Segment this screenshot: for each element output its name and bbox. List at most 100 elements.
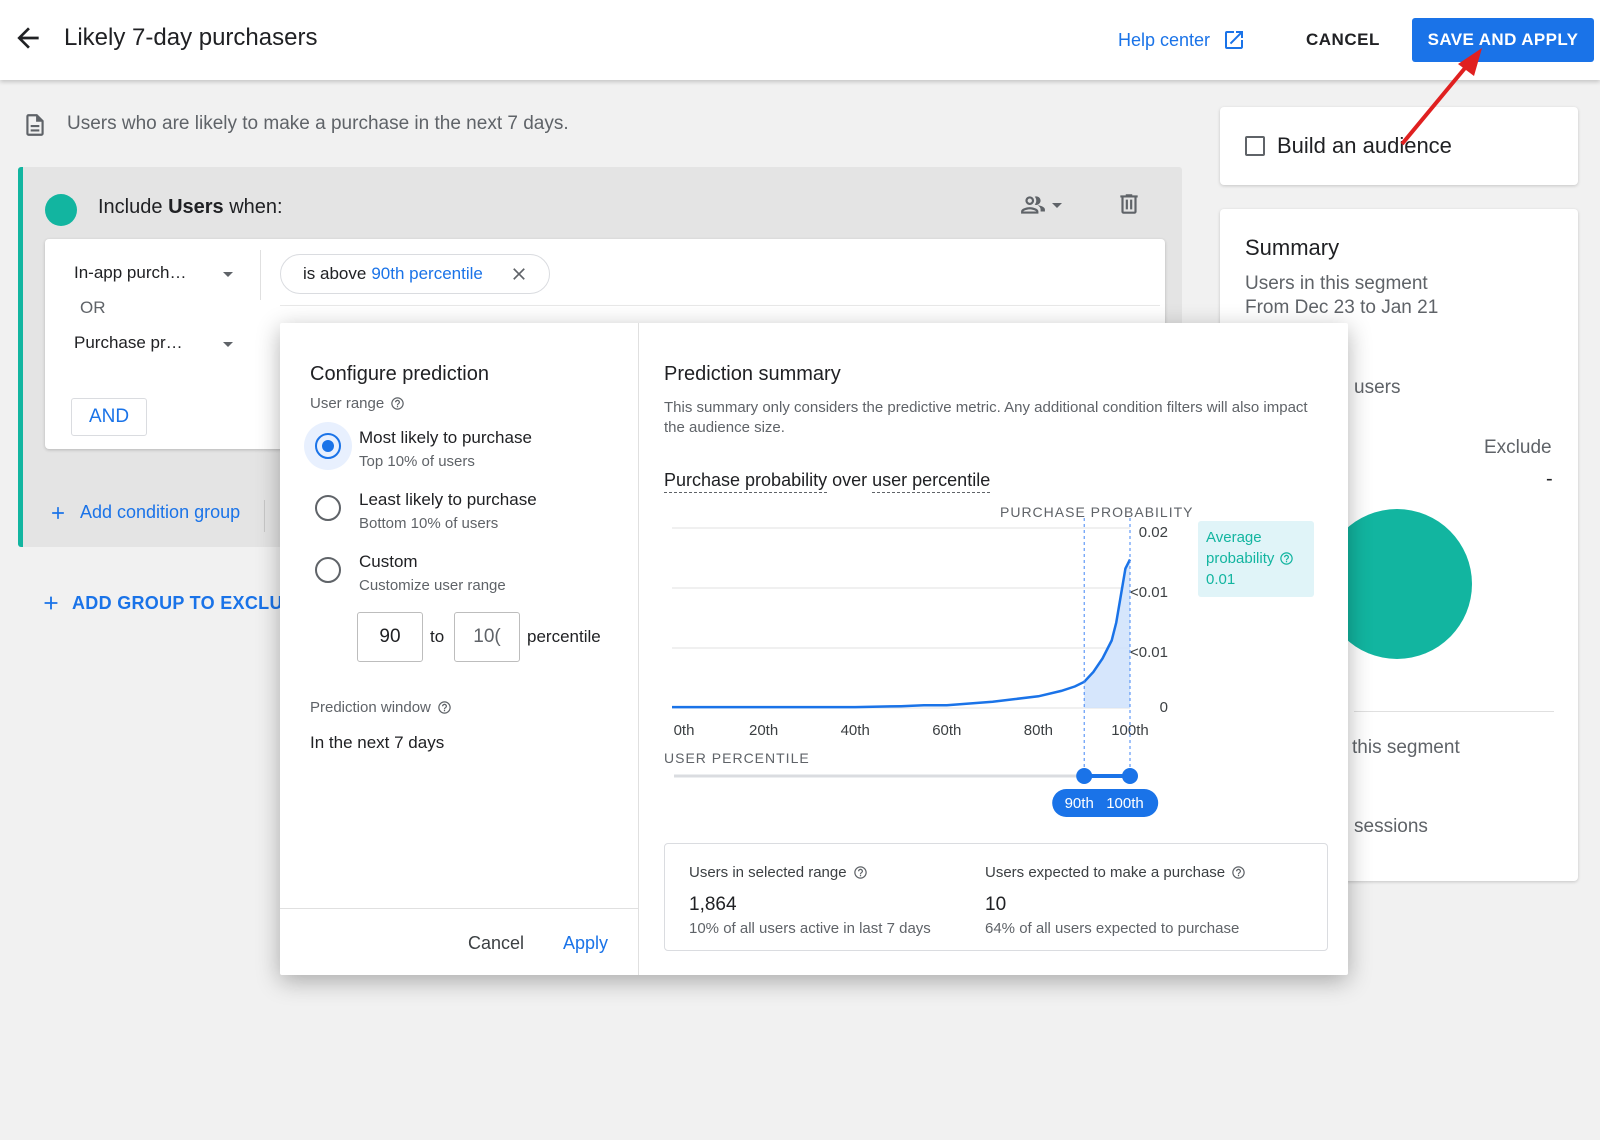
help-icon[interactable] [1231, 865, 1246, 880]
option-title[interactable]: Custom [359, 552, 418, 572]
slider-handle [1076, 768, 1093, 784]
chart-title-metric[interactable]: Purchase probability [664, 470, 828, 493]
stats-card: Users in selected range 1,864 10% of all… [664, 843, 1328, 951]
y-tick-label: 0 [1160, 699, 1168, 716]
build-audience-checkbox[interactable] [1245, 136, 1265, 156]
average-probability-box: Average probability 0.01 [1198, 521, 1314, 597]
help-center-link[interactable]: Help center [1118, 28, 1246, 52]
divider [260, 250, 261, 300]
scope-selector[interactable] [1018, 192, 1062, 218]
divider [1354, 711, 1554, 712]
help-icon[interactable] [437, 700, 452, 715]
summary-sessions-label: sessions [1354, 816, 1428, 837]
stat-subtext: 10% of all users active in last 7 days [689, 920, 931, 937]
group-header: Include Users when: [98, 196, 283, 219]
or-label: OR [80, 298, 106, 317]
include-subject[interactable]: Users [168, 196, 224, 218]
x-tick-label: 0th [674, 722, 695, 739]
slider-high-label: 100th [1106, 795, 1144, 812]
divider [638, 323, 639, 975]
avg-label-text: probability [1206, 550, 1275, 567]
and-button[interactable]: AND [71, 398, 147, 436]
range-to-input[interactable]: 10( [454, 612, 520, 662]
slider-low-label: 90th [1065, 795, 1094, 812]
page-title: Likely 7-day purchasers [64, 24, 318, 51]
stat-value: 10 [985, 894, 1007, 915]
condition-field-2[interactable]: Purchase pr… [74, 333, 183, 353]
segment-description: Users who are likely to make a purchase … [67, 113, 569, 134]
plus-icon [48, 503, 68, 523]
radio-least-likely[interactable] [315, 495, 341, 521]
add-group-to-exclude-label: ADD GROUP TO EXCLUDE [72, 592, 309, 613]
prediction-window-value: In the next 7 days [310, 733, 445, 752]
user-range-text: User range [310, 395, 385, 412]
summary-subtitle: Users in this segment [1245, 273, 1428, 294]
chip-prefix: is above [303, 264, 367, 283]
plus-icon [40, 592, 62, 614]
annotation-arrow-icon [1400, 48, 1482, 146]
add-group-to-exclude-button[interactable]: ADD GROUP TO EXCLUDE [40, 592, 308, 614]
x-tick-label: 40th [841, 722, 870, 739]
delete-icon[interactable] [1116, 190, 1142, 218]
y-tick-label: <0.01 [1130, 644, 1168, 661]
open-in-new-icon [1222, 28, 1246, 52]
include-suffix: when: [229, 196, 283, 218]
option-title[interactable]: Most likely to purchase [359, 428, 532, 448]
divider [280, 908, 638, 909]
x-tick-label: 20th [749, 722, 778, 739]
avg-value: 0.01 [1206, 571, 1236, 588]
option-subtitle: Top 10% of users [359, 453, 475, 470]
top-bar: Likely 7-day purchasers Help center CANC… [0, 0, 1600, 80]
condition-chip[interactable]: is above 90th percentile [280, 254, 550, 294]
dialog-apply-button[interactable]: Apply [563, 933, 608, 954]
option-title[interactable]: Least likely to purchase [359, 490, 537, 510]
summary-segment-label: this segment [1352, 737, 1460, 758]
help-icon[interactable] [390, 396, 405, 411]
avg-label-line2: probability [1206, 548, 1306, 569]
option-subtitle: Customize user range [359, 577, 506, 594]
help-icon[interactable] [853, 865, 868, 880]
prediction-summary-description: This summary only considers the predicti… [664, 399, 1308, 436]
stat-value: 1,864 [689, 894, 737, 915]
stat-label-text: Users expected to make a purchase [985, 864, 1226, 881]
radio-custom[interactable] [315, 557, 341, 583]
summary-users-label: users [1354, 377, 1401, 398]
condition-field-1[interactable]: In-app purch… [74, 263, 186, 283]
configure-prediction-dialog: Configure prediction User range Most lik… [280, 323, 1348, 975]
slider-handle [1122, 768, 1138, 784]
dialog-cancel-button[interactable]: Cancel [468, 933, 524, 954]
prediction-summary-title: Prediction summary [664, 363, 841, 385]
summary-exclude-value: - [1546, 468, 1553, 490]
avg-label-line1: Average [1206, 529, 1262, 546]
x-tick-label: 60th [932, 722, 961, 739]
help-icon[interactable] [1279, 551, 1294, 566]
prediction-window-text: Prediction window [310, 699, 431, 716]
prediction-window-label: Prediction window [310, 699, 452, 716]
divider [264, 500, 265, 532]
chart-title: Purchase probability over user percentil… [664, 470, 991, 493]
cancel-button[interactable]: CANCEL [1306, 30, 1380, 50]
probability-chart: 0.02 <0.01 <0.01 0 0th 20th 40th 60th 80th 100th 9… [672, 518, 1168, 817]
range-separator: to [430, 627, 445, 646]
stat-subtext: 64% of all users expected to purchase [985, 920, 1240, 937]
add-condition-group-button[interactable]: Add condition group [48, 502, 240, 523]
close-icon[interactable] [509, 264, 529, 284]
chevron-down-icon [1052, 202, 1062, 208]
radio-most-likely[interactable] [315, 433, 341, 459]
x-tick-label: 80th [1024, 722, 1053, 739]
stat-label: Users in selected range [689, 864, 868, 881]
chevron-down-icon[interactable] [223, 272, 233, 277]
range-unit: percentile [527, 627, 601, 646]
chevron-down-icon[interactable] [223, 342, 233, 347]
back-arrow-icon[interactable] [12, 22, 44, 54]
range-from-input[interactable]: 90 [357, 612, 423, 662]
probability-line [672, 558, 1132, 709]
summary-title: Summary [1245, 235, 1340, 260]
chip-value: 90th percentile [371, 264, 483, 283]
chart-title-over: over [832, 470, 868, 490]
summary-exclude-label: Exclude [1484, 437, 1552, 458]
add-condition-group-label: Add condition group [80, 502, 241, 522]
stat-label: Users expected to make a purchase [985, 864, 1246, 881]
chart-title-dimension[interactable]: user percentile [872, 470, 991, 493]
document-icon [22, 110, 48, 140]
